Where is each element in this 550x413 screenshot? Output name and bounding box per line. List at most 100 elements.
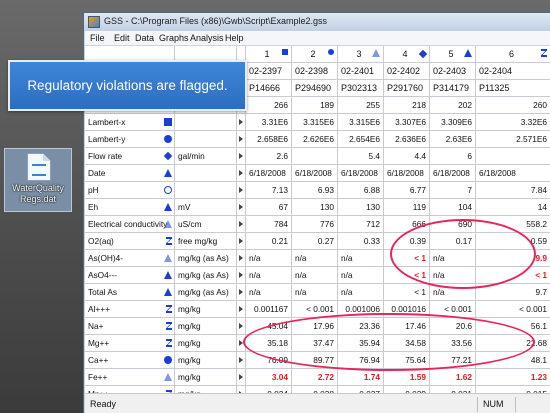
row-name[interactable]: Date <box>85 165 175 182</box>
row-expand-arrow[interactable] <box>237 369 246 386</box>
data-cell[interactable]: 189 <box>292 97 338 114</box>
row-expand-arrow[interactable] <box>237 216 246 233</box>
row-name[interactable]: Eh <box>85 199 175 216</box>
data-cell[interactable]: < 1 <box>384 284 430 301</box>
column-header-6[interactable]: 6 <box>476 46 550 63</box>
data-cell[interactable] <box>476 148 550 165</box>
column-header-2[interactable]: 02-2398 <box>292 63 338 80</box>
data-cell[interactable]: 4.4 <box>384 148 430 165</box>
data-cell[interactable]: 3.32E6 <box>476 114 550 131</box>
column-header-2[interactable]: 2 <box>292 46 338 63</box>
row-expand-arrow[interactable] <box>237 182 246 199</box>
data-cell[interactable]: 712 <box>338 216 384 233</box>
data-cell[interactable]: < 0.001 <box>476 301 550 318</box>
data-cell[interactable]: 260 <box>476 97 550 114</box>
data-cell[interactable]: 2.571E6 <box>476 131 550 148</box>
column-header-4[interactable]: 4 <box>384 46 430 63</box>
data-cell[interactable]: 14 <box>476 199 550 216</box>
data-cell[interactable]: 1.62 <box>430 369 476 386</box>
data-cell[interactable]: 0.001167 <box>246 301 292 318</box>
data-cell[interactable]: n/a <box>338 250 384 267</box>
data-cell[interactable]: 2.626E6 <box>292 131 338 148</box>
row-expand-arrow[interactable] <box>237 114 246 131</box>
row-unit[interactable] <box>175 114 237 131</box>
data-cell[interactable]: n/a <box>292 284 338 301</box>
column-header-2[interactable]: P294690 <box>292 80 338 97</box>
row-name[interactable]: Lambert-x <box>85 114 175 131</box>
data-cell[interactable]: 104 <box>430 199 476 216</box>
data-cell[interactable]: 202 <box>430 97 476 114</box>
data-cell[interactable]: n/a <box>246 284 292 301</box>
column-header-5[interactable]: P314179 <box>430 80 476 97</box>
row-name[interactable]: Fe++ <box>85 369 175 386</box>
row-name[interactable]: O2(aq) <box>85 233 175 250</box>
data-cell[interactable]: 6 <box>430 148 476 165</box>
row-expand-arrow[interactable] <box>237 301 246 318</box>
row-unit[interactable]: free mg/kg <box>175 233 237 250</box>
row-unit[interactable]: mg/kg <box>175 369 237 386</box>
data-cell[interactable]: 3.04 <box>246 369 292 386</box>
row-unit[interactable] <box>175 182 237 199</box>
data-cell[interactable]: 3.309E6 <box>430 114 476 131</box>
column-header-1[interactable]: P14666 <box>246 80 292 97</box>
column-header-3[interactable]: 02-2401 <box>338 63 384 80</box>
column-header-4[interactable]: P291760 <box>384 80 430 97</box>
data-cell[interactable]: 5.4 <box>338 148 384 165</box>
data-cell[interactable]: 67 <box>246 199 292 216</box>
row-unit[interactable] <box>175 165 237 182</box>
column-header-3[interactable]: P302313 <box>338 80 384 97</box>
data-cell[interactable]: 130 <box>292 199 338 216</box>
data-cell[interactable]: 0.27 <box>292 233 338 250</box>
title-bar[interactable]: GSS - C:\Program Files (x86)\Gwb\Script\… <box>84 13 550 31</box>
data-cell[interactable]: 2.72 <box>292 369 338 386</box>
data-cell[interactable]: n/a <box>338 284 384 301</box>
row-name[interactable]: Na+ <box>85 318 175 335</box>
data-cell[interactable]: 1.23 <box>476 369 550 386</box>
menu-help[interactable]: Help <box>225 33 244 43</box>
column-header-5[interactable]: 5 <box>430 46 476 63</box>
menu-edit[interactable]: Edit <box>114 33 130 43</box>
data-cell[interactable]: n/a <box>246 267 292 284</box>
data-cell[interactable]: 7.13 <box>246 182 292 199</box>
row-expand-arrow[interactable] <box>237 284 246 301</box>
data-cell[interactable]: 6.77 <box>384 182 430 199</box>
row-unit[interactable]: mV <box>175 199 237 216</box>
data-cell[interactable]: 1.74 <box>338 369 384 386</box>
data-cell[interactable]: 266 <box>246 97 292 114</box>
data-cell[interactable]: n/a <box>246 250 292 267</box>
row-unit[interactable]: uS/cm <box>175 216 237 233</box>
data-cell[interactable]: 776 <box>292 216 338 233</box>
data-cell[interactable]: 6/18/2008 <box>430 165 476 182</box>
row-expand-arrow[interactable] <box>237 318 246 335</box>
row-unit[interactable]: mg/kg <box>175 318 237 335</box>
data-cell[interactable]: 6.88 <box>338 182 384 199</box>
row-unit[interactable]: mg/kg (as As) <box>175 284 237 301</box>
row-expand-arrow[interactable] <box>237 267 246 284</box>
data-cell[interactable]: 3.31E6 <box>246 114 292 131</box>
row-unit[interactable]: gal/min <box>175 148 237 165</box>
row-name[interactable]: As(OH)4- <box>85 250 175 267</box>
row-name[interactable]: Al+++ <box>85 301 175 318</box>
menu-graphs[interactable]: Graphs <box>159 33 189 43</box>
data-cell[interactable]: 6/18/2008 <box>246 165 292 182</box>
row-expand-arrow[interactable] <box>237 131 246 148</box>
data-cell[interactable]: 784 <box>246 216 292 233</box>
row-unit[interactable]: mg/kg (as As) <box>175 267 237 284</box>
data-cell[interactable]: n/a <box>338 267 384 284</box>
row-name[interactable]: Mg++ <box>85 335 175 352</box>
row-expand-arrow[interactable] <box>237 165 246 182</box>
row-name[interactable]: pH <box>85 182 175 199</box>
row-expand-arrow[interactable] <box>237 250 246 267</box>
data-cell[interactable]: 0.21 <box>246 233 292 250</box>
row-name[interactable]: Lambert-y <box>85 131 175 148</box>
data-cell[interactable]: 6/18/2008 <box>476 165 550 182</box>
data-cell[interactable]: 130 <box>338 199 384 216</box>
data-cell[interactable]: 6.93 <box>292 182 338 199</box>
data-cell[interactable]: 3.307E6 <box>384 114 430 131</box>
data-cell[interactable]: 2.63E6 <box>430 131 476 148</box>
data-cell[interactable]: 3.315E6 <box>292 114 338 131</box>
column-header-6[interactable]: 02-2404 <box>476 63 550 80</box>
data-cell[interactable]: n/a <box>292 267 338 284</box>
data-cell[interactable]: 7 <box>430 182 476 199</box>
column-header-3[interactable]: 3 <box>338 46 384 63</box>
